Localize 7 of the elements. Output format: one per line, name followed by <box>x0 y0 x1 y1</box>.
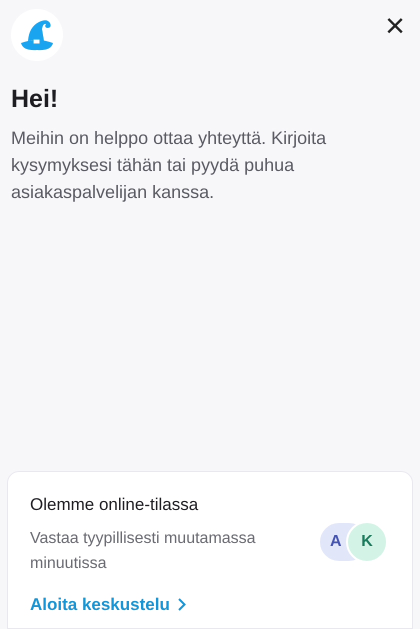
card-subtitle: Vastaa tyypillisesti muutamassa minuutissa <box>30 528 257 574</box>
greeting-title: Hei! <box>10 84 60 115</box>
card-title: Olemme online-tilassa <box>30 494 200 516</box>
avatar: K <box>346 521 388 563</box>
chevron-icon <box>178 598 186 611</box>
greeting-text: Meihin on helppo ottaa yhteyttä. Kirjoita kysymyksesi tähän tai pyydä puhua asiakaspalvelijan kanssa. <box>10 126 328 204</box>
close-button[interactable]: × <box>381 9 409 43</box>
